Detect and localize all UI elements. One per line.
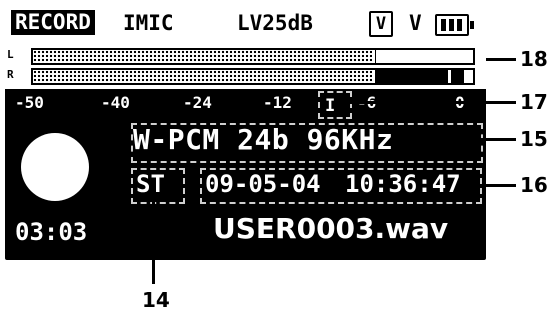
- left-level-meter: [31, 48, 475, 65]
- callout-line-15: [476, 138, 516, 141]
- scale-tick-label: -24: [183, 93, 212, 112]
- scale-tick-label: -50: [15, 93, 44, 112]
- right-channel-label: R: [7, 68, 14, 81]
- callout-17: 17: [520, 90, 548, 114]
- callout-14: 14: [142, 288, 170, 312]
- v-box-indicator: V: [369, 11, 393, 37]
- recorder-display: RECORD IMIC LV25dB V V L R -50 -40 -24 -…: [5, 5, 486, 260]
- level-meters: L R: [5, 45, 486, 89]
- level-indicator: LV25dB: [237, 11, 313, 35]
- scale-tick-label: -12: [263, 93, 292, 112]
- recording-format: W-PCM 24b 96KHz: [133, 123, 394, 156]
- callout-18: 18: [520, 47, 548, 71]
- callout-15: 15: [520, 127, 548, 151]
- recording-date: 09-05-04: [205, 170, 321, 198]
- callout-line-17: [340, 101, 516, 104]
- peak-marker-box: I: [318, 91, 352, 119]
- recording-time: 10:36:47: [345, 170, 461, 198]
- battery-icon: [435, 14, 474, 36]
- mic-indicator: IMIC: [123, 11, 174, 35]
- elapsed-time: 03:03: [15, 218, 88, 246]
- callout-line-14: [152, 200, 155, 284]
- callout-16: 16: [520, 173, 548, 197]
- right-level-meter: [31, 68, 475, 85]
- peak-marker: I: [325, 96, 336, 116]
- left-channel-label: L: [7, 48, 14, 61]
- status-bar: RECORD IMIC LV25dB V V: [5, 5, 486, 45]
- callout-line-16: [476, 184, 516, 187]
- record-status-circle: [21, 133, 89, 201]
- record-mode-badge: RECORD: [11, 10, 95, 35]
- channel-mode: ST: [136, 170, 165, 198]
- scale-tick-label: -40: [101, 93, 130, 112]
- v-indicator: V: [409, 11, 422, 35]
- callout-line-18: [486, 58, 516, 61]
- file-name: USER0003.wav: [213, 212, 449, 245]
